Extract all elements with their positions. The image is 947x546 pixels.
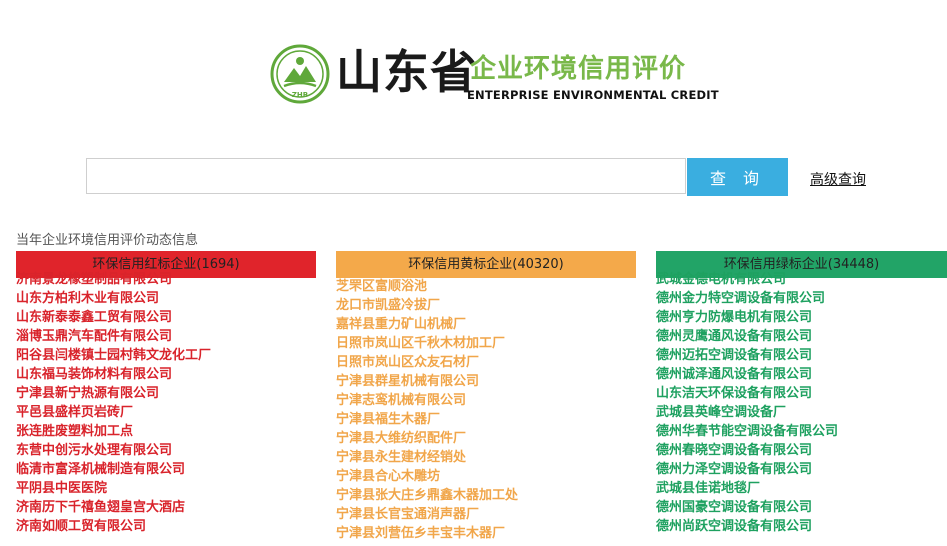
list-item[interactable]: 山东新泰泰鑫工贸有限公司 (16, 308, 316, 327)
list-item[interactable]: 德州灵鹰通风设备有限公司 (656, 327, 947, 346)
site-subtitle-english: ENTERPRISE ENVIRONMENTAL CREDIT (467, 88, 719, 102)
list-item[interactable]: 宁津县大维纺织配件厂 (336, 429, 636, 448)
list-item[interactable]: 德州诚泽通风设备有限公司 (656, 365, 947, 384)
list-item[interactable]: 日照市岚山区千秋木材加工厂 (336, 334, 636, 353)
red-company-list: 济南景龙橡塑制品有限公司 山东方柏利木业有限公司 山东新泰泰鑫工贸有限公司 淄博… (16, 270, 316, 536)
list-item[interactable]: 武城县英峰空调设备厂 (656, 403, 947, 422)
list-item[interactable]: 宁津县张大庄乡鼎鑫木器加工处 (336, 486, 636, 505)
list-item[interactable]: 宁津县合心木雕坊 (336, 467, 636, 486)
list-item[interactable]: 淄博玉鼎汽车配件有限公司 (16, 327, 316, 346)
green-list-panel: 环保信用绿标企业(34448) 武城金德电机有限公司 德州金力特空调设备有限公司… (656, 251, 947, 546)
yellow-company-list: 芝罘区富顺浴池 龙口市凯盛冷拔厂 嘉祥县重力矿山机械厂 日照市岚山区千秋木材加工… (336, 277, 636, 543)
list-item[interactable]: 德州迈拓空调设备有限公司 (656, 346, 947, 365)
list-item[interactable]: 武城县佳诺地毯厂 (656, 479, 947, 498)
list-item[interactable]: 龙口市凯盛冷拔厂 (336, 296, 636, 315)
list-item[interactable]: 山东方柏利木业有限公司 (16, 289, 316, 308)
list-item[interactable]: 德州华春节能空调设备有限公司 (656, 422, 947, 441)
dynamic-info-title: 当年企业环境信用评价动态信息 (16, 233, 199, 248)
list-item[interactable]: 武城金德电机有限公司 (656, 270, 947, 289)
list-item[interactable]: 张连胜废塑料加工点 (16, 422, 316, 441)
list-item[interactable]: 德州国豪空调设备有限公司 (656, 498, 947, 517)
list-item[interactable]: 宁津县长官宝通消声器厂 (336, 505, 636, 524)
site-title: 山东省 (336, 45, 477, 99)
environment-emblem-icon: ZHB (270, 44, 330, 104)
list-item[interactable]: 宁津县永生建材经销处 (336, 448, 636, 467)
list-item[interactable]: 宁津县新宁热源有限公司 (16, 384, 316, 403)
list-item[interactable]: 宁津志鸾机械有限公司 (336, 391, 636, 410)
list-item[interactable]: 德州力泽空调设备有限公司 (656, 460, 947, 479)
list-item[interactable]: 山东洁天环保设备有限公司 (656, 384, 947, 403)
list-item[interactable]: 德州亨力防爆电机有限公司 (656, 308, 947, 327)
list-item[interactable]: 宁津县刘营伍乡丰宝丰木器厂 (336, 524, 636, 543)
list-item[interactable]: 济南历下千禧鱼翅皇宫大酒店 (16, 498, 316, 517)
list-item[interactable]: 嘉祥县重力矿山机械厂 (336, 315, 636, 334)
site-logo[interactable]: ZHB 山东省 企业环境信用评价 ENTERPRISE ENVIRONMENTA… (270, 40, 719, 110)
list-item[interactable]: 德州春晓空调设备有限公司 (656, 441, 947, 460)
list-item[interactable]: 德州尚跃空调设备有限公司 (656, 517, 947, 536)
list-item[interactable]: 德州金力特空调设备有限公司 (656, 289, 947, 308)
list-item[interactable]: 宁津县群星机械有限公司 (336, 372, 636, 391)
list-item[interactable]: 日照市岚山区众友石材厂 (336, 353, 636, 372)
search-input[interactable] (86, 158, 686, 194)
list-item[interactable]: 平阴县中医医院 (16, 479, 316, 498)
list-item[interactable]: 芝罘区富顺浴池 (336, 277, 636, 296)
list-item[interactable]: 东营中创污水处理有限公司 (16, 441, 316, 460)
search-button[interactable]: 查 询 (687, 158, 788, 196)
advanced-search-link[interactable]: 高级查询 (810, 169, 866, 189)
list-item[interactable]: 宁津县福生木器厂 (336, 410, 636, 429)
yellow-list-header[interactable]: 环保信用黄标企业(40320) (336, 251, 636, 278)
list-item[interactable]: 平邑县盛样页岩砖厂 (16, 403, 316, 422)
site-subtitle: 企业环境信用评价 (470, 54, 687, 84)
red-list-panel: 环保信用红标企业(1694) 济南景龙橡塑制品有限公司 山东方柏利木业有限公司 … (16, 251, 316, 546)
list-item[interactable]: 山东福马装饰材料有限公司 (16, 365, 316, 384)
green-company-list: 武城金德电机有限公司 德州金力特空调设备有限公司 德州亨力防爆电机有限公司 德州… (656, 270, 947, 536)
list-item[interactable]: 临清市富泽机械制造有限公司 (16, 460, 316, 479)
list-item[interactable]: 济南景龙橡塑制品有限公司 (16, 270, 316, 289)
list-item[interactable]: 济南如顺工贸有限公司 (16, 517, 316, 536)
emblem-text: ZHB (292, 91, 308, 99)
yellow-list-panel: 环保信用黄标企业(40320) 芝罘区富顺浴池 龙口市凯盛冷拔厂 嘉祥县重力矿山… (336, 251, 636, 546)
list-item[interactable]: 阳谷县闫楼镇士园村韩文龙化工厂 (16, 346, 316, 365)
